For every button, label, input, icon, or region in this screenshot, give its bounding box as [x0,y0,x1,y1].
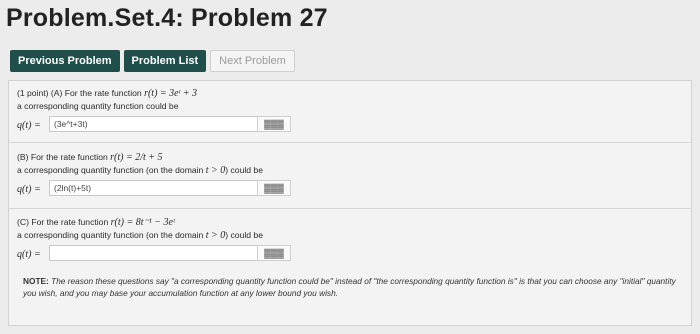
part-b: (B) For the rate function r(t) = 2/t + 5… [9,147,691,209]
part-b-line2-a: a corresponding quantity function (on th… [17,165,204,175]
part-a: (1 point) (A) For the rate function r(t)… [9,87,691,143]
part-c-line2-b: ) could be [225,230,263,240]
next-problem-button[interactable]: Next Problem [210,50,295,72]
part-c-answer-label: q(t) = [17,249,41,260]
part-c-prompt: (C) For the rate function r(t) = 8t⁻¹ − … [17,216,683,229]
part-b-rate-function: r(t) = 2/t + 5 [110,152,163,163]
part-b-preview-icon[interactable]: ▓▓▓ [257,180,291,196]
previous-problem-button[interactable]: Previous Problem [10,50,120,72]
part-a-prompt: (1 point) (A) For the rate function r(t)… [17,87,683,100]
part-c-domain: t > 0 [205,230,226,241]
part-b-prefix: (B) For the rate function [17,152,108,162]
note-text: The reason these questions say "a corres… [23,276,676,298]
note-label: NOTE: [23,276,49,286]
part-c-preview-icon[interactable]: ▓▓▓ [257,245,291,261]
part-b-prompt: (B) For the rate function r(t) = 2/t + 5 [17,151,683,164]
problem-nav: Previous Problem Problem List Next Probl… [10,50,295,72]
part-a-rate-function: r(t) = 3eᵗ + 3 [144,88,198,99]
part-a-answer-input[interactable]: (3e^t+3t) [49,116,289,132]
part-b-answer-row: q(t) = (2ln(t)+5t) ▓▓▓ [17,180,683,200]
part-b-domain: t > 0 [205,165,226,176]
problem-list-button[interactable]: Problem List [123,50,207,72]
part-c-line2-a: a corresponding quantity function (on th… [17,230,204,240]
part-c: (C) For the rate function r(t) = 8t⁻¹ − … [9,211,691,271]
part-c-answer-input[interactable] [49,245,289,261]
part-b-answer-label: q(t) = [17,184,41,195]
part-a-preview-icon[interactable]: ▓▓▓ [257,116,291,132]
page-title: Problem.Set.4: Problem 27 [6,4,328,32]
note: NOTE: The reason these questions say "a … [23,275,683,299]
part-c-prefix: (C) For the rate function [17,217,109,227]
part-a-prefix: (1 point) (A) For the rate function [17,88,142,98]
part-a-answer-row: q(t) = (3e^t+3t) ▓▓▓ [17,116,683,136]
part-c-line2: a corresponding quantity function (on th… [17,229,683,242]
part-a-answer-label: q(t) = [17,120,41,131]
problem-panel: (1 point) (A) For the rate function r(t)… [8,80,692,326]
part-b-answer-input[interactable]: (2ln(t)+5t) [49,180,289,196]
part-b-line2: a corresponding quantity function (on th… [17,164,683,177]
part-c-rate-function: r(t) = 8t⁻¹ − 3eᵗ [110,217,175,228]
part-a-line2: a corresponding quantity function could … [17,101,179,111]
part-b-line2-b: ) could be [225,165,263,175]
part-c-answer-row: q(t) = ▓▓▓ [17,245,683,265]
